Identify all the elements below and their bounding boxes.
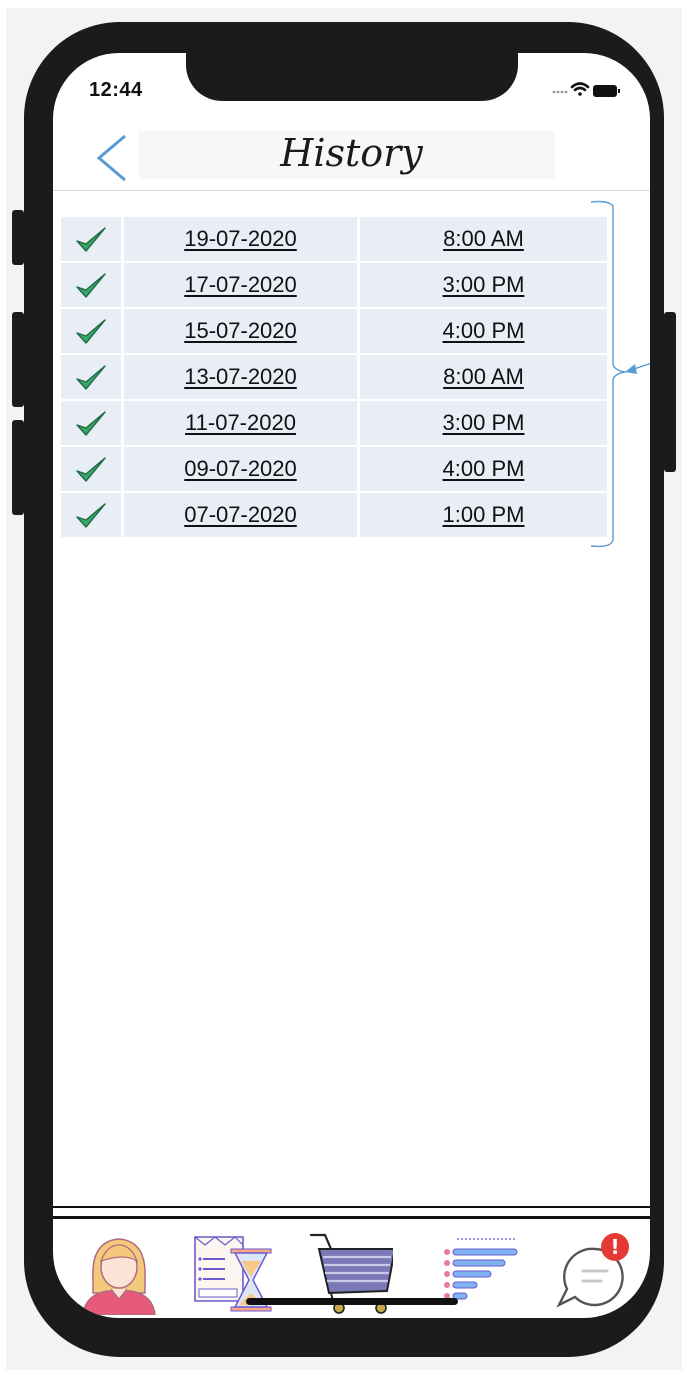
chat-notification-icon (556, 1233, 629, 1308)
time-text: 4:00 PM (442, 456, 525, 481)
tabbar-divider (53, 1206, 650, 1219)
back-button[interactable] (91, 133, 131, 183)
date-text: 11-07-2020 (185, 410, 296, 435)
date-cell: 13-07-2020 (124, 355, 357, 399)
date-cell: 15-07-2020 (124, 309, 357, 353)
signal-dots-icon (552, 90, 568, 94)
table-row[interactable]: 11-07-2020 3:00 PM (61, 401, 607, 445)
time-cell: 1:00 PM (360, 493, 607, 537)
status-cell (61, 309, 121, 353)
time-text: 3:00 PM (442, 410, 525, 435)
status-cell (61, 217, 121, 261)
date-cell: 17-07-2020 (124, 263, 357, 307)
checkmark-icon (76, 411, 106, 436)
status-time: 12:44 (89, 79, 143, 101)
time-cell: 4:00 PM (360, 309, 607, 353)
wifi-icon (570, 82, 590, 96)
header-divider (53, 190, 650, 191)
status-cell (61, 355, 121, 399)
checkmark-icon (76, 503, 106, 528)
checkmark-icon (76, 365, 106, 390)
date-cell: 11-07-2020 (124, 401, 357, 445)
time-text: 3:00 PM (442, 272, 525, 297)
date-text: 07-07-2020 (184, 502, 297, 527)
time-cell: 3:00 PM (360, 263, 607, 307)
table-row[interactable]: 15-07-2020 4:00 PM (61, 309, 607, 353)
date-text: 19-07-2020 (184, 226, 297, 251)
power-button (664, 312, 676, 472)
table-row[interactable]: 13-07-2020 8:00 AM (61, 355, 607, 399)
status-cell (61, 401, 121, 445)
date-text: 09-07-2020 (184, 456, 297, 481)
time-cell: 3:00 PM (360, 401, 607, 445)
date-text: 15-07-2020 (184, 318, 297, 343)
table-row[interactable]: 07-07-2020 1:00 PM (61, 493, 607, 537)
time-text: 1:00 PM (442, 502, 525, 527)
time-text: 8:00 AM (443, 226, 524, 251)
date-text: 13-07-2020 (184, 364, 297, 389)
status-cell (61, 263, 121, 307)
table-row[interactable]: 19-07-2020 8:00 AM (61, 217, 607, 261)
tab-chat[interactable]: ! (553, 1231, 637, 1315)
date-text: 17-07-2020 (184, 272, 297, 297)
table-row[interactable]: 17-07-2020 3:00 PM (61, 263, 607, 307)
date-cell: 07-07-2020 (124, 493, 357, 537)
user-profile-icon (82, 1238, 156, 1316)
volume-down-button (12, 420, 24, 515)
status-cell (61, 493, 121, 537)
mute-switch (12, 210, 24, 265)
history-table: 19-07-2020 8:00 AM 17-07-2020 3:00 PM 15… (61, 217, 607, 539)
checkmark-icon (76, 319, 106, 344)
time-text: 4:00 PM (442, 318, 525, 343)
phone-screen: 12:44 History 19-07-2020 8:00 AM 17-07-2… (53, 53, 650, 1318)
time-text: 8:00 AM (443, 364, 524, 389)
notification-badge: ! (610, 1235, 620, 1259)
page-title: History (280, 131, 423, 175)
table-row[interactable]: 09-07-2020 4:00 PM (61, 447, 607, 491)
status-cell (61, 447, 121, 491)
checkmark-icon (76, 227, 106, 252)
date-cell: 09-07-2020 (124, 447, 357, 491)
tab-profile[interactable] (77, 1231, 161, 1316)
home-indicator[interactable] (246, 1298, 458, 1305)
time-cell: 8:00 AM (360, 217, 607, 261)
time-cell: 8:00 AM (360, 355, 607, 399)
notch (186, 53, 518, 101)
status-icons (522, 79, 622, 101)
volume-up-button (12, 312, 24, 407)
date-cell: 19-07-2020 (124, 217, 357, 261)
chevron-left-icon (96, 134, 126, 182)
checkmark-icon (76, 457, 106, 482)
time-cell: 4:00 PM (360, 447, 607, 491)
battery-icon (593, 85, 620, 97)
checkmark-icon (76, 273, 106, 298)
